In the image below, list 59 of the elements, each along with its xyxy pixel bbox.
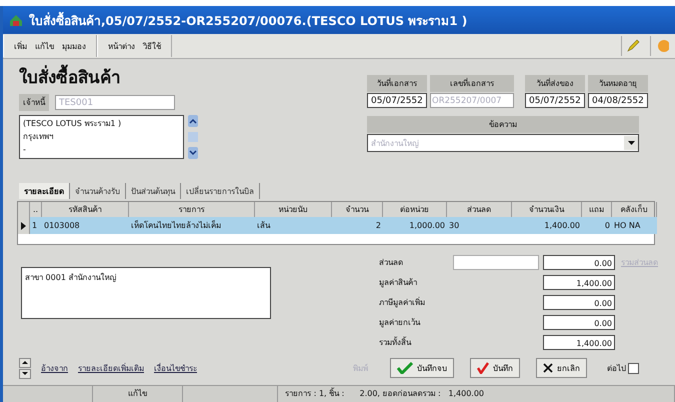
link[interactable]: เงื่อนไขชำระ: [154, 362, 197, 374]
table-cell: 2: [332, 217, 383, 234]
down-icon[interactable]: [19, 368, 31, 378]
field-label: วันที่ส่งของ: [525, 75, 585, 92]
date-field[interactable]: 04/08/2552: [588, 93, 648, 108]
table-cell: เส้น: [255, 217, 332, 234]
total-label: ส่วนลด: [379, 257, 404, 270]
field-label: วันหมดอายุ: [588, 75, 648, 92]
link[interactable]: รายละเอียดเพิ่มเติม: [78, 362, 144, 374]
checkmark-icon: [477, 362, 489, 374]
tab[interactable]: รายละเอียด: [19, 183, 70, 199]
total-label: รวมทั้งสิ้น: [379, 336, 412, 349]
total-value: 1,400.00: [543, 334, 615, 350]
status-text: รายการ : 1, ชิ้น : 2.00, ยอดก่อนลดรวม : 1,400.00: [278, 386, 675, 402]
menu-item[interactable]: เพิ่ม: [14, 40, 27, 52]
table-cell: 0: [582, 217, 612, 234]
checkmark-icon: [397, 362, 413, 374]
action-button[interactable]: บันทึก: [470, 358, 520, 378]
total-label: มูลค่าสินค้า: [379, 277, 418, 290]
field-label: ข้อความ: [367, 116, 639, 133]
total-label: ภาษีมูลค่าเพิ่ม: [379, 296, 426, 309]
link[interactable]: อ้างจาก: [41, 362, 68, 374]
status-text: แก้ไข: [93, 386, 183, 402]
close-icon: [543, 363, 553, 373]
menu-item[interactable]: วิธีใช้: [143, 40, 161, 52]
total-value: 0.00: [543, 294, 615, 310]
scroll-thumb[interactable]: [188, 132, 198, 142]
total-value: 0.00: [543, 255, 615, 270]
table-cell: 0103008: [42, 217, 129, 234]
action-button[interactable]: ยกเลิก: [536, 358, 587, 378]
menu-item[interactable]: หน้าต่าง: [108, 40, 135, 52]
table-cell: 1,400.00: [512, 217, 582, 234]
memo-box[interactable]: สาขา 0001 สำนักงานใหญ่: [21, 267, 271, 319]
total-value: 0.00: [543, 314, 615, 330]
total-label: มูลค่ายกเว้น: [379, 316, 422, 329]
field-label: เลขที่เอกสาร: [430, 75, 514, 92]
checkbox-label: ต่อไป: [607, 362, 626, 374]
table-cell: เห็ดโคนไทยไทยล้างไม่เค็ม: [129, 217, 255, 234]
table-cell: 1,000.00: [383, 217, 447, 234]
total-value: 1,400.00: [543, 275, 615, 290]
form-heading: ใบสั่งซื้อสินค้า: [19, 63, 219, 90]
table-cell: HO NA: [612, 217, 657, 234]
date-field[interactable]: 05/07/2552: [367, 93, 427, 108]
scroll-up-icon[interactable]: [188, 115, 198, 127]
menu-item[interactable]: แก้ไข: [35, 40, 54, 52]
table-cell: 1: [30, 217, 42, 234]
scroll-down-icon[interactable]: [188, 147, 198, 159]
date-field[interactable]: 05/07/2552: [525, 93, 585, 108]
app-icon: [9, 14, 23, 26]
creditor-label: เจ้าหนี้: [19, 94, 49, 111]
checkbox[interactable]: [628, 362, 639, 374]
title-text: ใบสั่งซื้อสินค้า,05/07/2552-OR255207/00076.(TESCO LOTUS พระราม1 ): [29, 10, 468, 30]
discount-field[interactable]: [453, 255, 539, 270]
action-button[interactable]: บันทึกจบ: [390, 358, 454, 378]
field-label: วันที่เอกสาร: [367, 75, 427, 92]
up-icon[interactable]: [19, 358, 31, 368]
menu-item[interactable]: มุมมอง: [62, 40, 86, 52]
address-box[interactable]: (TESCO LOTUS พระราม1 ) กรุงเทพฯ -: [19, 115, 184, 159]
table-cell: 30: [447, 217, 512, 234]
